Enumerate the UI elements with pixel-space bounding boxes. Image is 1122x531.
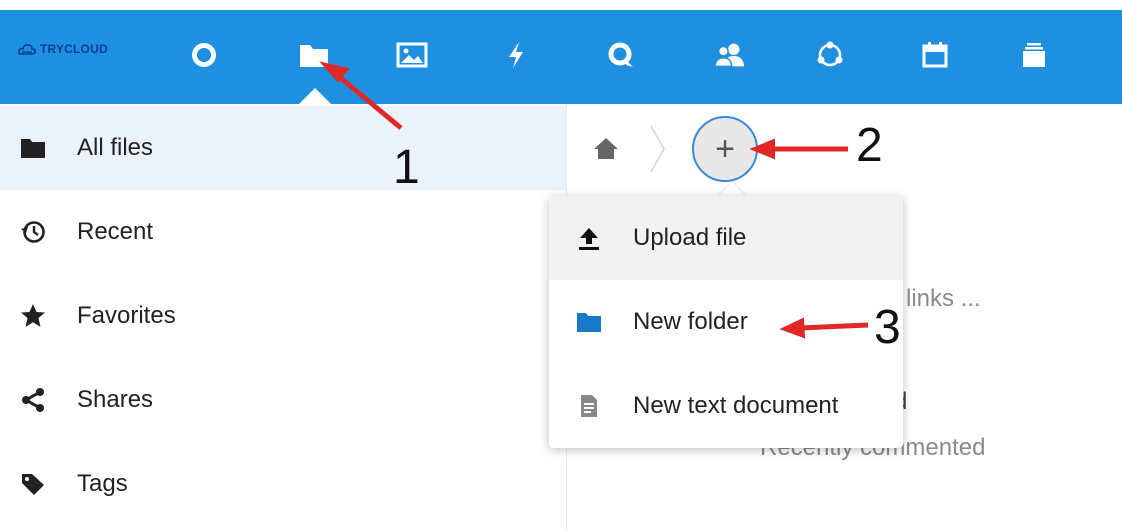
annotation-arrowhead-3 [779,317,806,339]
annotation-arrow-3 [799,322,869,331]
annotation-label-2: 2 [856,119,883,172]
annotation-label-1: 1 [393,141,420,194]
annotation-arrow-1 [335,73,403,130]
annotation-arrows [319,61,869,339]
annotation-label-3: 3 [874,301,901,354]
annotation-arrowhead-2 [749,138,775,160]
